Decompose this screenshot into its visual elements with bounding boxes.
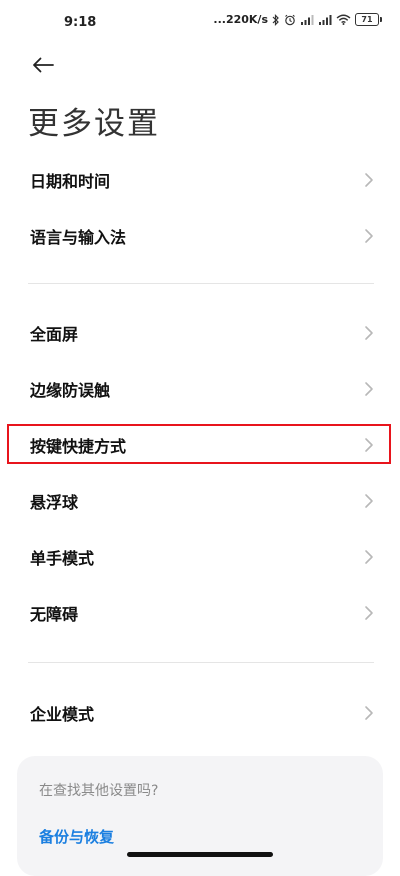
status-bar: 9:18 ...220K/s 71 (0, 0, 400, 44)
home-indicator[interactable] (127, 852, 273, 857)
menu-item-one-handed-mode[interactable]: 单手模式 (0, 529, 400, 585)
battery-icon: 71 (355, 13, 382, 26)
chevron-right-icon (365, 494, 373, 508)
menu-item-label: 边缘防误触 (30, 381, 111, 400)
divider (28, 283, 374, 284)
divider (28, 662, 374, 663)
menu-item-enterprise-mode[interactable]: 企业模式 (0, 685, 400, 741)
highlight-box (7, 424, 391, 464)
chevron-right-icon (365, 326, 373, 340)
chevron-right-icon (365, 550, 373, 564)
menu-item-language-input[interactable]: 语言与输入法 (0, 208, 400, 264)
menu-item-accessibility[interactable]: 无障碍 (0, 585, 400, 641)
menu-item-label: 无障碍 (30, 605, 79, 624)
signal-icon-1 (300, 14, 314, 25)
page-title: 更多设置 (28, 106, 160, 142)
signal-icon-2 (318, 14, 332, 25)
menu-item-full-screen[interactable]: 全面屏 (0, 305, 400, 361)
battery-level: 71 (355, 13, 379, 26)
menu-item-label: 语言与输入法 (30, 228, 127, 247)
chevron-right-icon (365, 706, 373, 720)
menu-item-label: 日期和时间 (30, 172, 111, 191)
search-suggestion-card: 在查找其他设置吗? 备份与恢复 (17, 756, 383, 876)
menu-item-label: 全面屏 (30, 325, 79, 344)
network-speed: ...220K/s (213, 13, 268, 26)
battery-tip (380, 17, 382, 22)
alarm-icon (284, 14, 296, 26)
search-prompt: 在查找其他设置吗? (39, 783, 159, 799)
menu-item-label: 单手模式 (30, 549, 95, 568)
status-time: 9:18 (64, 15, 97, 30)
menu-item-date-time[interactable]: 日期和时间 (0, 152, 400, 208)
backup-restore-link[interactable]: 备份与恢复 (39, 826, 114, 847)
menu-item-label: 企业模式 (30, 705, 95, 724)
status-icons: ...220K/s 71 (213, 13, 382, 26)
arrow-left-icon (33, 57, 54, 73)
menu-item-floating-ball[interactable]: 悬浮球 (0, 473, 400, 529)
chevron-right-icon (365, 173, 373, 187)
wifi-icon (336, 14, 351, 25)
bluetooth-icon (272, 13, 280, 26)
chevron-right-icon (365, 606, 373, 620)
back-button[interactable] (28, 50, 58, 80)
chevron-right-icon (365, 229, 373, 243)
menu-item-edge-touch-protection[interactable]: 边缘防误触 (0, 361, 400, 417)
chevron-right-icon (365, 382, 373, 396)
menu-item-label: 悬浮球 (30, 493, 79, 512)
